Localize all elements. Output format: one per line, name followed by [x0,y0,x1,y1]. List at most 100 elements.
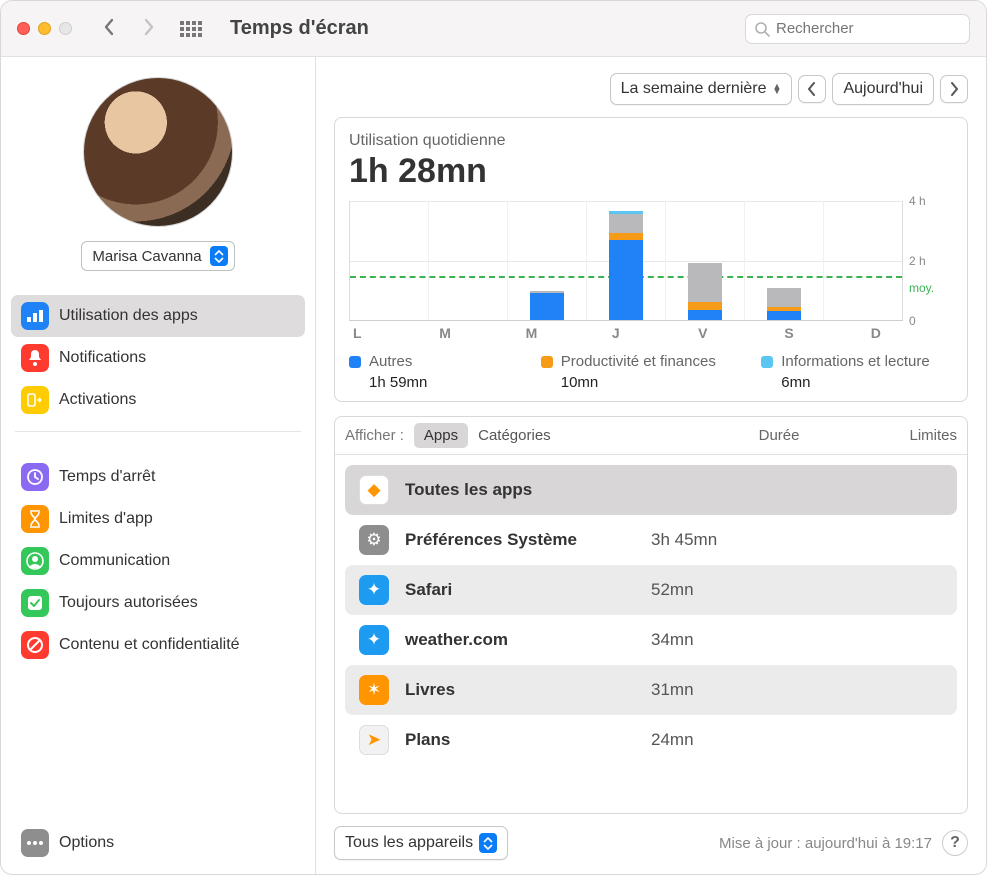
clock-icon [21,463,49,491]
app-icon: ✦ [359,575,389,605]
last-updated: Mise à jour : aujourd'hui à 19:17 [719,835,932,852]
app-name: Toutes les apps [405,480,635,500]
tab-categories[interactable]: Catégories [468,423,561,448]
chart-column [428,201,507,320]
legend-time: 6mn [781,374,953,391]
ytick-label: 2 h [909,254,926,268]
ytick-label: 4 h [909,194,926,208]
sidebar-item-options[interactable]: Options [11,822,305,864]
show-label: Afficher : [345,427,404,444]
sidebar-item[interactable]: Notifications [11,337,305,379]
sidebar-item-label: Communication [59,552,170,570]
updown-chev-icon: ▲▼ [773,84,782,94]
sidebar-divider [15,431,301,432]
app-row[interactable]: ✦weather.com34mn [345,615,957,665]
sidebar-item[interactable]: Activations [11,379,305,421]
help-button[interactable]: ? [942,830,968,856]
tab-apps[interactable]: Apps [414,423,468,448]
chart-xaxis: LMMJVSD [349,325,953,341]
chevron-right-icon [949,82,959,96]
user-selector-label: Marisa Cavanna [92,248,201,265]
app-row[interactable]: ⚙Préférences Système3h 45mn [345,515,957,565]
sidebar-item-label: Temps d'arrêt [59,468,155,486]
app-icon: ➤ [359,725,389,755]
col-limits: Limites [909,427,957,444]
sidebar-item-label: Activations [59,391,136,409]
xtick-label: V [694,325,780,341]
legend-item: Informations et lecture6mn [761,353,953,391]
date-prev-button[interactable] [798,75,826,103]
hourglass-icon [21,505,49,533]
app-duration: 31mn [651,680,694,700]
date-next-button[interactable] [940,75,968,103]
all-prefs-grid-icon[interactable] [180,21,202,37]
date-range-label: La semaine dernière [621,80,767,98]
usage-title: Utilisation quotidienne [349,132,953,150]
app-row[interactable]: ✦ Safari 52mn [345,565,957,615]
legend-swatch [349,356,361,368]
app-row[interactable]: ◆Toutes les apps [345,465,957,515]
window-zoom-button [59,22,72,35]
usage-total: 1h 28mn [349,152,953,191]
apps-card: Afficher : Apps Catégories Durée Limites… [334,416,968,814]
nav-forward-button[interactable] [134,14,164,44]
traffic-lights [17,22,72,35]
xtick-label: S [780,325,866,341]
legend-label: Productivité et finances [561,353,716,370]
col-duration: Durée [759,427,800,444]
bar-segment [767,288,801,307]
sidebar-item[interactable]: Communication [11,540,305,582]
app-duration: 52mn [651,580,694,600]
sidebar-item-label: Contenu et confidentialité [59,636,240,654]
search-icon [754,21,770,37]
sidebar-item[interactable]: Limites d'app [11,498,305,540]
bar-segment [530,293,564,320]
bar-segment [688,263,722,303]
legend-label: Autres [369,353,412,370]
app-row[interactable]: ➤Plans24mn [345,715,957,765]
sidebar-item-label: Options [59,834,114,852]
chart-column [586,201,665,320]
bar-segment [767,311,801,320]
search-field[interactable] [745,14,970,44]
sidebar-item-label: Toujours autorisées [59,594,198,612]
app-name: Livres [405,680,635,700]
app-name: Préférences Système [405,530,635,550]
xtick-label: M [435,325,521,341]
window-minimize-button[interactable] [38,22,51,35]
chevron-left-icon [807,82,817,96]
legend-time: 1h 59mn [369,374,541,391]
sidebar-item[interactable]: Contenu et confidentialité [11,624,305,666]
date-range-selector[interactable]: La semaine dernière ▲▼ [610,73,793,105]
chevron-right-icon [142,18,156,36]
xtick-label: L [349,325,435,341]
nav-back-button[interactable] [94,14,124,44]
app-name: weather.com [405,630,635,650]
bar-segment [609,233,643,240]
xtick-label: J [608,325,694,341]
today-label: Aujourd'hui [843,80,923,98]
bar-segment [609,214,643,233]
sidebar-item-label: Utilisation des apps [59,307,198,325]
app-name: Safari [405,580,635,600]
check-icon [21,589,49,617]
window-close-button[interactable] [17,22,30,35]
sidebar-item[interactable]: Toujours autorisées [11,582,305,624]
chart-column [665,201,744,320]
app-row[interactable]: ✶Livres31mn [345,665,957,715]
device-selector[interactable]: Tous les appareils [334,826,508,860]
sidebar-item[interactable]: Temps d'arrêt [11,456,305,498]
ellipsis-icon [21,829,49,857]
search-input[interactable] [776,20,961,37]
sidebar-item-label: Limites d'app [59,510,153,528]
user-selector[interactable]: Marisa Cavanna [81,241,234,271]
nosign-icon [21,631,49,659]
sidebar-item[interactable]: Utilisation des apps [11,295,305,337]
legend-swatch [761,356,773,368]
today-button[interactable]: Aujourd'hui [832,73,934,105]
legend-swatch [541,356,553,368]
titlebar: Temps d'écran [1,1,986,57]
bar-segment [609,240,643,320]
legend-item: Productivité et finances10mn [541,353,762,391]
legend: Autres 1h 59mnProductivité et finances10m… [349,353,953,391]
